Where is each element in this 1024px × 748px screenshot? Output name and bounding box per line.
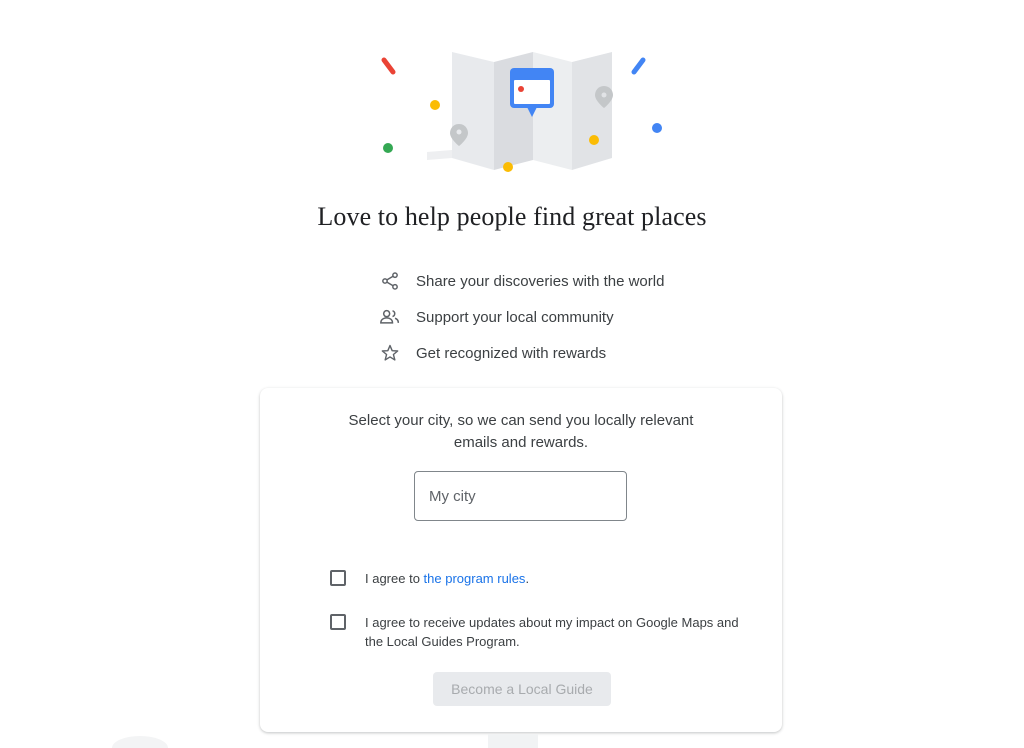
benefit-item-share: Share your discoveries with the world [378,263,778,299]
become-local-guide-button[interactable]: Become a Local Guide [433,672,611,706]
share-icon [378,269,402,293]
benefit-item-community: Support your local community [378,299,778,335]
confetti-blue-dot [652,123,662,133]
benefit-label: Share your discoveries with the world [416,272,665,290]
program-rules-link[interactable]: the program rules [424,571,526,586]
confetti-yellow-1 [430,100,440,110]
confetti-yellow-2 [589,135,599,145]
page-title: Love to help people find great places [317,202,707,231]
confetti-red [381,57,396,75]
updates-checkbox[interactable] [330,614,346,630]
hero-illustration [0,0,1024,190]
city-prompt: Select your city, so we can send you loc… [348,412,694,451]
rules-agreement-row: I agree to the program rules. [330,569,750,588]
confetti-blue [631,57,646,75]
benefit-item-rewards: Get recognized with rewards [378,335,778,371]
city-field[interactable] [414,471,627,521]
updates-agreement-row: I agree to receive updates about my impa… [330,613,750,651]
rules-checkbox[interactable] [330,570,346,586]
benefit-label: Support your local community [416,308,614,326]
rules-label-prefix: I agree to [365,571,424,586]
confetti-green [383,143,393,153]
rules-checkbox-label: I agree to the program rules. [365,569,529,588]
local-guides-signup-page: Love to help people find great places Sh… [0,0,1024,748]
signup-card: Select your city, so we can send you loc… [260,388,782,732]
city-input[interactable] [415,472,626,520]
star-icon [378,341,402,365]
confetti-yellow-3 [503,162,513,172]
updates-checkbox-label: I agree to receive updates about my impa… [365,615,739,649]
map-illustration [381,52,662,172]
benefit-label: Get recognized with rewards [416,344,607,362]
benefits-list: Share your discoveries with the world Su… [378,263,778,371]
people-icon [378,305,402,329]
rules-label-suffix: . [525,571,530,586]
